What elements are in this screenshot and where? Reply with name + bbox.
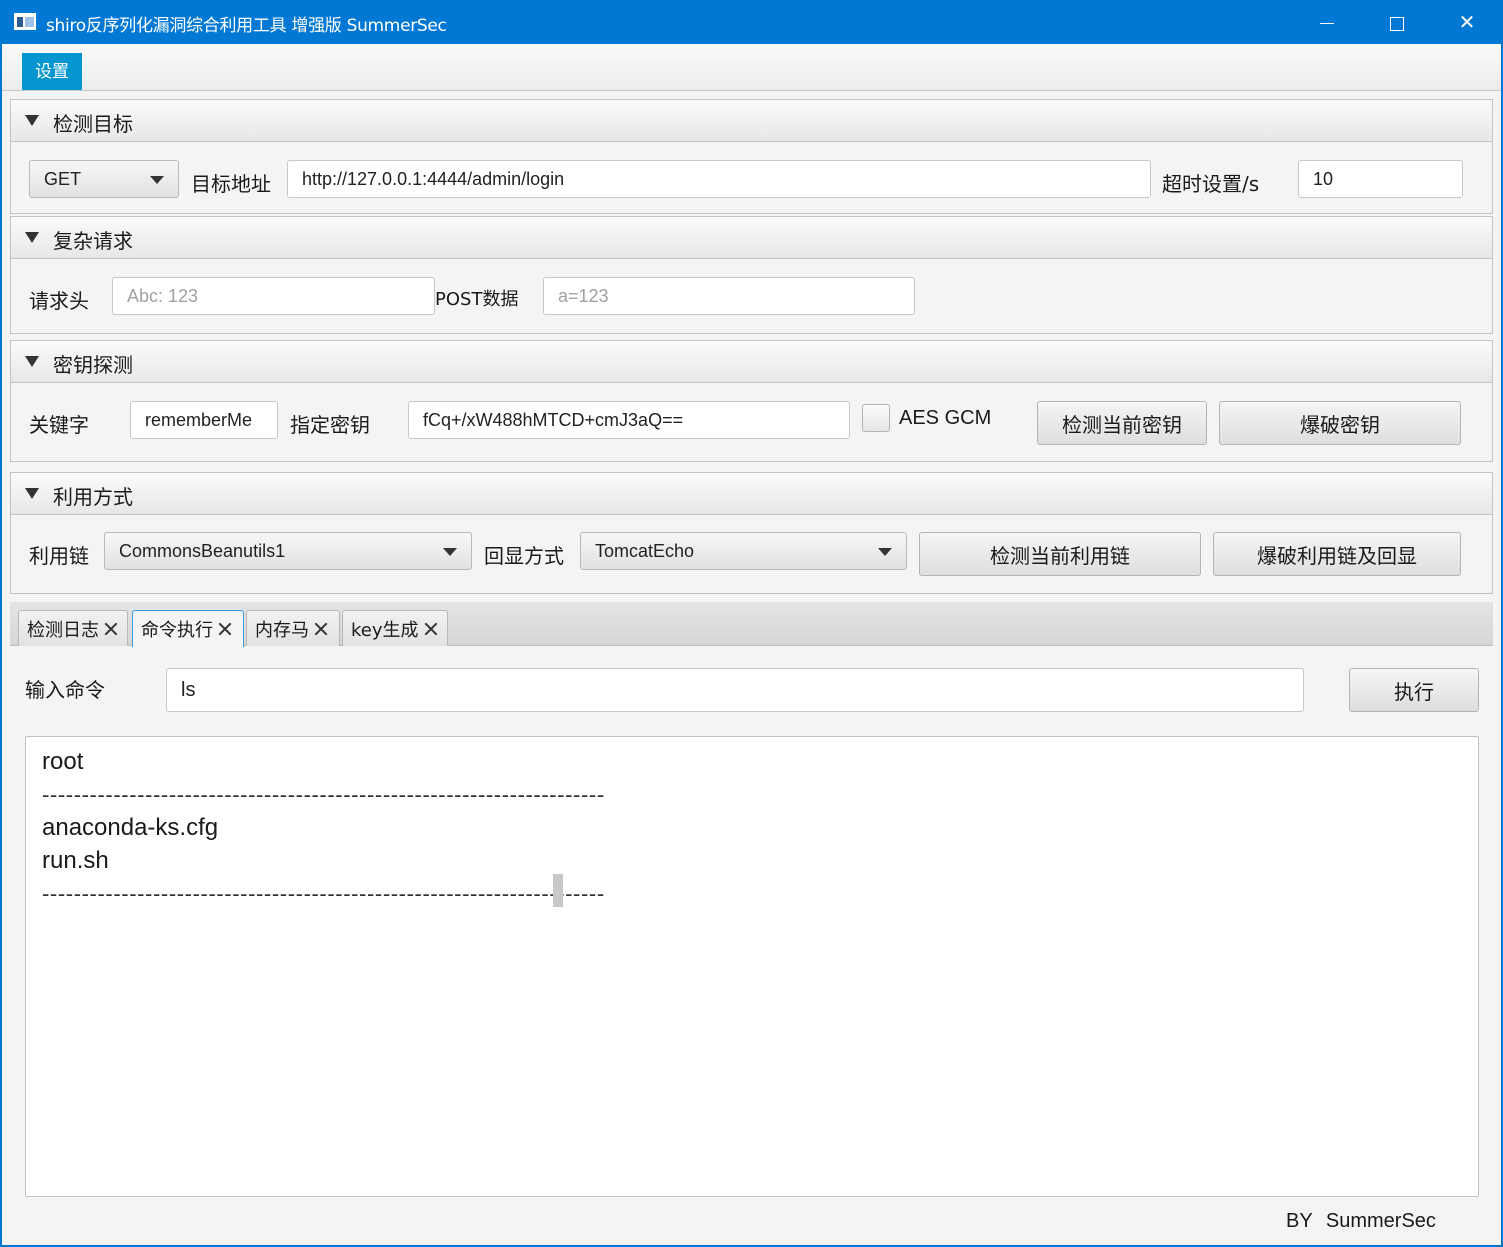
- tab-command[interactable]: 命令执行: [132, 610, 244, 647]
- tab-memshell[interactable]: 内存马: [246, 610, 340, 646]
- window-title: shiro反序列化漏洞综合利用工具 增强版 SummerSec: [46, 16, 447, 36]
- close-icon[interactable]: [313, 621, 329, 637]
- tab-label: 检测日志: [27, 619, 99, 641]
- tab-log[interactable]: 检测日志: [18, 610, 128, 646]
- close-icon[interactable]: [423, 621, 439, 637]
- timeout-input[interactable]: 10: [1298, 160, 1463, 198]
- maximize-button[interactable]: [1362, 0, 1432, 44]
- title-bar[interactable]: shiro反序列化漏洞综合利用工具 增强版 SummerSec ✕: [0, 0, 1503, 44]
- complex-request-pane: 复杂请求 请求头 Abc: 123 POST数据 a=123: [10, 216, 1493, 334]
- url-input[interactable]: http://127.0.0.1:4444/admin/login: [287, 160, 1151, 198]
- tab-label: key生成: [351, 619, 419, 641]
- app-window-icon: [14, 13, 36, 30]
- close-button[interactable]: ✕: [1432, 0, 1502, 44]
- exploit-pane-header[interactable]: 利用方式: [11, 473, 1492, 515]
- keyword-input[interactable]: rememberMe: [130, 401, 278, 439]
- chevron-down-icon: [878, 548, 892, 556]
- chevron-down-icon: [150, 176, 164, 184]
- collapse-arrow-icon: [25, 232, 39, 243]
- key-label: 指定密钥: [290, 413, 370, 437]
- brute-chain-button[interactable]: 爆破利用链及回显: [1213, 532, 1461, 576]
- aes-gcm-label: AES GCM: [899, 407, 992, 429]
- output-line: anaconda-ks.cfg: [42, 814, 219, 841]
- aes-gcm-checkbox[interactable]: [862, 404, 890, 432]
- tab-label: 命令执行: [141, 620, 213, 641]
- post-data-label: POST数据: [435, 289, 519, 310]
- menu-bar: 设置: [2, 44, 1501, 91]
- close-icon[interactable]: [103, 621, 119, 637]
- url-label: 目标地址: [191, 172, 271, 196]
- method-select[interactable]: GET: [29, 160, 179, 198]
- exploit-pane-title: 利用方式: [53, 485, 133, 509]
- app-client-area: 设置 检测目标 GET 目标地址 http://127.0.0.1:4444/a…: [2, 44, 1501, 1245]
- output-separator: ----------------------------------------…: [42, 881, 605, 906]
- command-input[interactable]: ls: [166, 668, 1304, 712]
- timeout-label: 超时设置/s: [1162, 172, 1260, 196]
- chevron-down-icon: [443, 548, 457, 556]
- chain-select-value: CommonsBeanutils1: [119, 540, 286, 561]
- complex-request-pane-header[interactable]: 复杂请求: [11, 217, 1492, 259]
- check-chain-button[interactable]: 检测当前利用链: [919, 532, 1201, 576]
- tab-bar: 检测日志 命令执行 内存马 key生成: [10, 602, 1493, 647]
- minimize-icon: [1320, 23, 1334, 24]
- exploit-pane: 利用方式 利用链 CommonsBeanutils1 回显方式 TomcatEc…: [10, 472, 1493, 594]
- collapse-arrow-icon: [25, 356, 39, 367]
- keyword-label: 关键字: [29, 413, 89, 437]
- chain-select[interactable]: CommonsBeanutils1: [104, 532, 472, 570]
- echo-select[interactable]: TomcatEcho: [580, 532, 907, 570]
- tab-keygen[interactable]: key生成: [342, 610, 448, 646]
- key-input[interactable]: fCq+/xW488hMTCD+cmJ3aQ==: [408, 401, 850, 439]
- headers-label: 请求头: [29, 289, 89, 313]
- complex-request-pane-title: 复杂请求: [53, 229, 133, 253]
- maximize-icon: [1390, 16, 1404, 31]
- echo-select-value: TomcatEcho: [595, 540, 695, 561]
- collapse-arrow-icon: [25, 488, 39, 499]
- collapse-arrow-icon: [25, 115, 39, 126]
- key-detect-pane-title: 密钥探测: [53, 353, 133, 377]
- footer-credit: BY SummerSec: [1286, 1210, 1436, 1232]
- target-pane-header[interactable]: 检测目标: [11, 100, 1492, 142]
- minimize-button[interactable]: [1292, 0, 1362, 44]
- execute-button[interactable]: 执行: [1349, 668, 1479, 712]
- target-pane: 检测目标 GET 目标地址 http://127.0.0.1:4444/admi…: [10, 99, 1493, 214]
- key-detect-pane: 密钥探测 关键字 rememberMe 指定密钥 fCq+/xW488hMTCD…: [10, 340, 1493, 462]
- echo-label: 回显方式: [484, 544, 564, 568]
- tab-label: 内存马: [255, 619, 309, 641]
- key-detect-pane-header[interactable]: 密钥探测: [11, 341, 1492, 383]
- text-caret: [553, 874, 563, 907]
- close-icon[interactable]: [217, 621, 233, 637]
- chain-label: 利用链: [29, 544, 89, 568]
- close-icon: ✕: [1458, 10, 1476, 34]
- output-separator: ----------------------------------------…: [42, 782, 605, 807]
- brute-key-button[interactable]: 爆破密钥: [1219, 401, 1461, 445]
- command-label: 输入命令: [25, 678, 105, 702]
- output-line: root: [42, 748, 84, 775]
- menu-settings[interactable]: 设置: [22, 53, 82, 90]
- headers-input[interactable]: Abc: 123: [112, 277, 435, 315]
- output-line: run.sh: [42, 847, 109, 874]
- target-pane-title: 检测目标: [53, 112, 133, 136]
- method-select-value: GET: [44, 168, 82, 189]
- command-output[interactable]: root -----------------------------------…: [25, 736, 1479, 1197]
- check-key-button[interactable]: 检测当前密钥: [1037, 401, 1207, 445]
- post-data-input[interactable]: a=123: [543, 277, 915, 315]
